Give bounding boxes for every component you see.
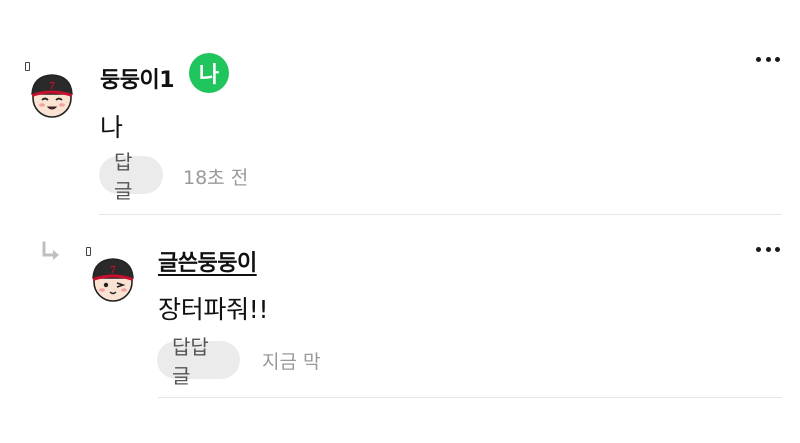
reply-button[interactable]: 답답글 xyxy=(157,335,240,388)
svg-text:7: 7 xyxy=(110,264,116,276)
comment-text: 장터파줘!! xyxy=(158,295,269,324)
comment-thread: 7 둥둥이1 나 나 답글 18초 전 7 글쓴둥둥이 장터파줘!! 답답글 지… xyxy=(0,0,800,443)
reply-comment-content: 7 글쓴둥둥이 장터파줘!! 답답글 지금 막 xyxy=(0,0,800,443)
comment-author-name[interactable]: 글쓴둥둥이 xyxy=(158,245,257,277)
more-options-icon[interactable] xyxy=(756,245,780,253)
comment-divider xyxy=(158,397,782,398)
comment-timestamp: 지금 막 xyxy=(262,351,321,373)
baseball-cap-wink-avatar-icon[interactable]: 7 xyxy=(88,254,138,304)
